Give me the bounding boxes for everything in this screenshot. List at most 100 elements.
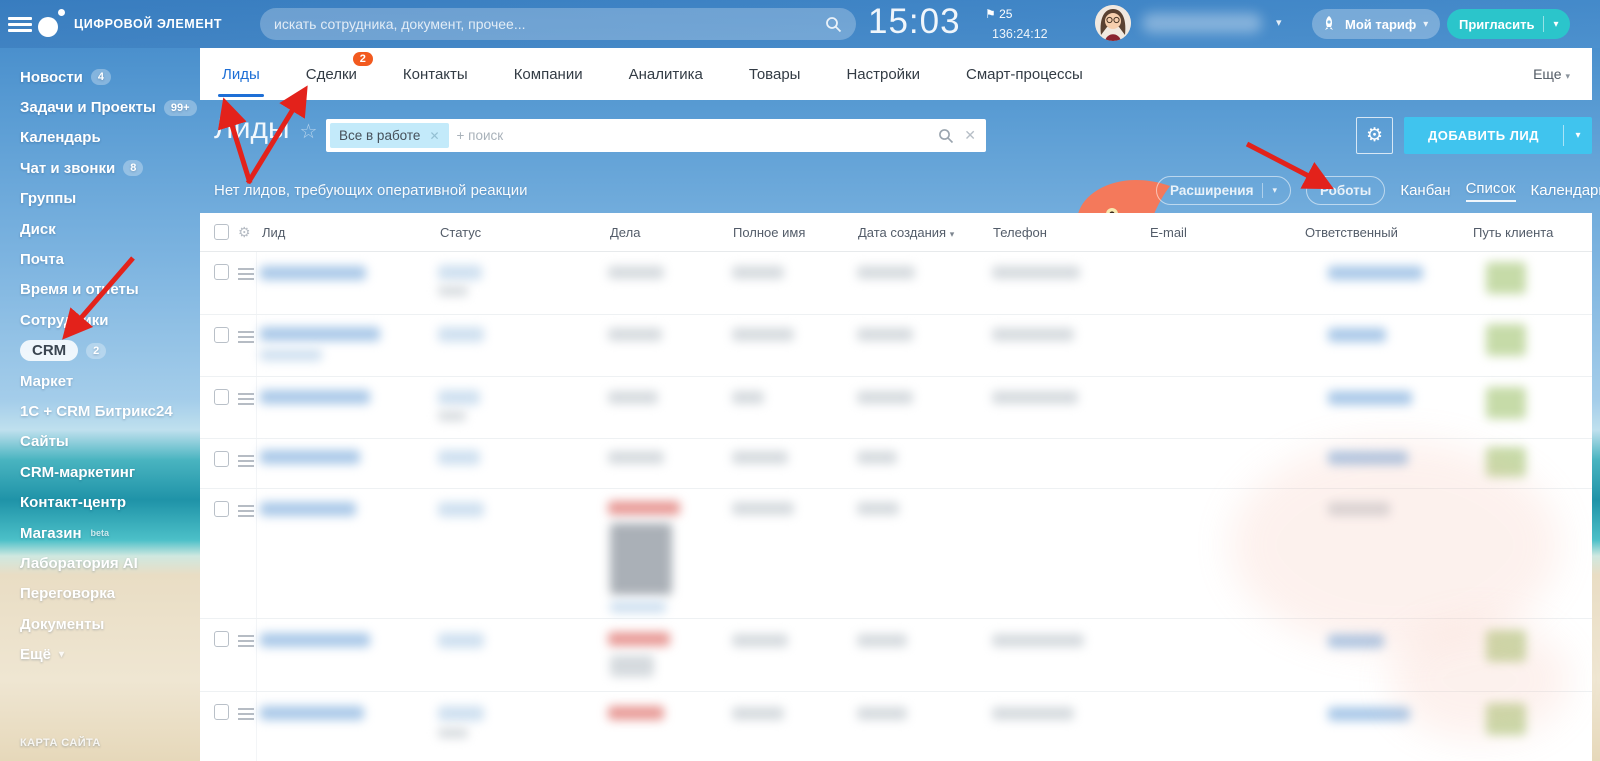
col-phone[interactable]: Телефон [993,225,1047,240]
add-lead-caret-icon[interactable]: ▾ [1564,130,1592,141]
sidebar-item-meeting-room[interactable]: Переговорка [20,579,200,609]
row-drag-handle[interactable] [238,452,254,470]
global-search-input[interactable] [274,16,815,32]
tab-deals[interactable]: Сделки2 [306,48,357,100]
col-status[interactable]: Статус [440,225,481,240]
tabs-more-button[interactable]: Еще ▾ [1533,66,1570,82]
user-menu-caret-icon[interactable]: ▾ [1276,16,1282,29]
blurred-cell-content [438,411,466,421]
table-row[interactable] [200,439,1592,489]
row-checkbox[interactable] [214,501,229,517]
row-checkbox[interactable] [214,631,229,647]
sidebar-item-calendar[interactable]: Календарь [20,123,200,153]
row-checkbox[interactable] [214,327,229,343]
add-lead-button[interactable]: ДОБАВИТЬ ЛИД ▾ [1404,117,1592,154]
tab-companies[interactable]: Компании [514,48,583,100]
chip-remove-icon[interactable]: ✕ [429,129,439,143]
filter-bar[interactable]: Все в работе ✕ ✕ [326,119,986,152]
col-activities[interactable]: Дела [610,225,640,240]
col-lead[interactable]: Лид [262,225,285,240]
work-timer[interactable]: 136:24:12 [992,27,1048,41]
sidebar-item-1c-crm[interactable]: 1С + CRM Битрикс24 [20,396,200,426]
sidebar-item-chat-calls[interactable]: Чат и звонки8 [20,153,200,183]
sidebar-item-news[interactable]: Новости4 [20,62,200,92]
sidebar-item-shop[interactable]: Магазинbeta [20,518,200,548]
tab-analytics[interactable]: Аналитика [629,48,703,100]
user-avatar[interactable] [1095,5,1131,41]
menu-burger-icon[interactable] [8,14,32,34]
row-checkbox[interactable] [214,704,229,720]
view-list[interactable]: Список [1466,180,1516,202]
select-all-checkbox[interactable] [214,224,229,240]
tab-contacts[interactable]: Контакты [403,48,468,100]
table-row[interactable] [200,377,1592,439]
table-row[interactable] [200,315,1592,377]
sidebar-item-employees[interactable]: Сотрудники [20,305,200,335]
row-checkbox[interactable] [214,264,229,280]
col-created-date[interactable]: Дата создания ▾ [858,225,954,240]
sidebar-item-more[interactable]: Ещё▾ [20,639,200,669]
robots-button[interactable]: Роботы [1306,176,1385,205]
extensions-button[interactable]: Расширения ▾ [1156,176,1291,205]
table-row[interactable] [200,252,1592,315]
invite-caret-icon: ▾ [1553,19,1558,30]
company-logo[interactable]: ЦИФРОВОЙ ЭЛЕМЕНТ [30,5,222,43]
view-calendar[interactable]: Календарь [1531,182,1600,199]
tab-products[interactable]: Товары [749,48,801,100]
sidebar-item-groups[interactable]: Группы [20,184,200,214]
filter-chip[interactable]: Все в работе ✕ [330,123,449,148]
blurred-cell-content [608,266,664,279]
col-responsible[interactable]: Ответственный [1305,225,1398,240]
blurred-cell-content [1328,707,1410,721]
sidebar-item-documents[interactable]: Документы [20,609,200,639]
filter-search-icon[interactable] [938,128,954,144]
sidebar-item-mail[interactable]: Почта [20,244,200,274]
view-kanban[interactable]: Канбан [1400,182,1450,199]
sidebar-item-disk[interactable]: Диск [20,214,200,244]
row-drag-handle[interactable] [238,705,254,723]
row-drag-handle[interactable] [238,328,254,346]
col-client-path[interactable]: Путь клиента [1473,225,1553,240]
blurred-cell-content [857,502,899,515]
blurred-cell-content [260,266,366,280]
invite-button[interactable]: Пригласить ▾ [1447,9,1570,39]
row-checkbox[interactable] [214,451,229,467]
filter-clear-icon[interactable]: ✕ [964,127,976,144]
blurred-cell-content [260,327,380,341]
sidebar-item-ai-lab[interactable]: Лаборатория AI [20,548,200,578]
tab-smart-processes[interactable]: Смарт-процессы [966,48,1083,100]
my-plan-button[interactable]: Мой тариф ▾ [1312,9,1440,39]
sidebar-item-tasks[interactable]: Задачи и Проекты99+ [20,92,200,122]
weather-widget[interactable]: ⚑ 25 [985,7,1012,21]
row-drag-handle[interactable] [238,632,254,650]
col-email[interactable]: E-mail [1150,225,1187,240]
columns-gear-icon[interactable]: ⚙ [238,224,251,241]
view-settings-button[interactable]: ⚙ [1356,117,1393,154]
blurred-cell-content [260,502,356,516]
tab-leads[interactable]: Лиды [222,48,260,100]
sidebar-item-crm[interactable]: CRM2 [20,336,200,366]
table-row[interactable] [200,489,1592,619]
row-drag-handle[interactable] [238,265,254,283]
col-full-name[interactable]: Полное имя [733,225,805,240]
clock[interactable]: 15:03 [868,2,961,42]
table-row[interactable] [200,619,1592,692]
favorite-star-icon[interactable]: ☆ [300,121,318,143]
row-drag-handle[interactable] [238,502,254,520]
row-drag-handle[interactable] [238,390,254,408]
sidebar-item-sites[interactable]: Сайты [20,427,200,457]
global-search[interactable] [260,8,856,40]
tab-settings[interactable]: Настройки [846,48,920,100]
blurred-cell-content [1328,266,1423,280]
sidebar-item-contact-center[interactable]: Контакт-центр [20,487,200,517]
sidebar-item-crm-marketing[interactable]: CRM-маркетинг [20,457,200,487]
blurred-cell-content [260,390,370,404]
row-checkbox[interactable] [214,389,229,405]
user-name-blurred [1142,13,1262,33]
table-row[interactable] [200,692,1592,761]
filter-search-input[interactable] [457,128,929,143]
blurred-cell-content [1486,324,1526,356]
sidebar-item-time-reports[interactable]: Время и отчеты [20,275,200,305]
sidebar-item-market[interactable]: Маркет [20,366,200,396]
sitemap-link[interactable]: КАРТА САЙТА [20,737,190,749]
